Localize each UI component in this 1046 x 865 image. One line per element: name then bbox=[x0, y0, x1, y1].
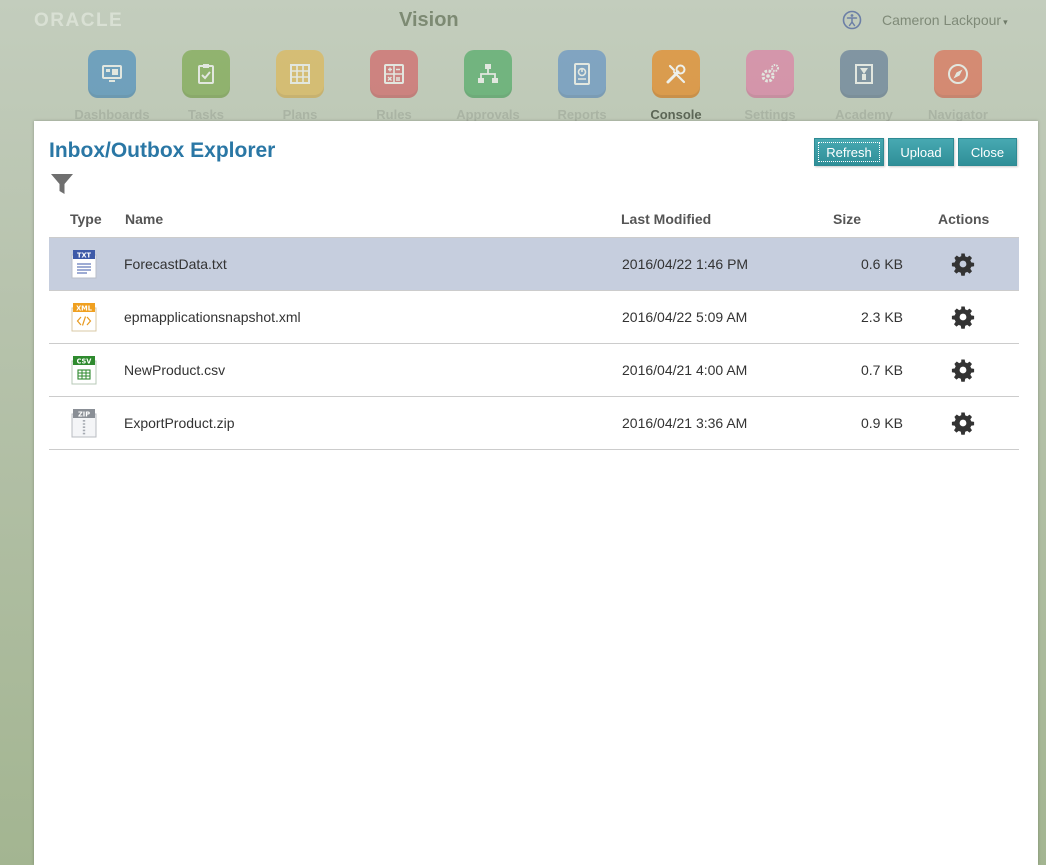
nav-label: Rules bbox=[376, 107, 412, 122]
close-button[interactable]: Close bbox=[958, 138, 1017, 166]
nav-label: Console bbox=[650, 107, 702, 122]
column-header-name[interactable]: Name bbox=[125, 211, 163, 227]
file-last-modified: 2016/04/22 1:46 PM bbox=[622, 256, 749, 272]
nav-label: Dashboards bbox=[74, 107, 150, 122]
gear-icon[interactable] bbox=[951, 305, 975, 329]
nav-settings[interactable]: Settings bbox=[723, 50, 817, 122]
top-bar: ORACLE Vision Cameron Lackpour ▾ Dashboar… bbox=[0, 0, 1046, 122]
nav-label: Academy bbox=[835, 107, 893, 122]
chevron-down-icon: ▾ bbox=[1003, 17, 1008, 27]
settings-icon bbox=[746, 50, 794, 98]
column-header-type[interactable]: Type bbox=[70, 211, 102, 227]
file-name[interactable]: ExportProduct.zip bbox=[124, 415, 235, 431]
gear-icon[interactable] bbox=[951, 411, 975, 435]
nav-dashboards[interactable]: Dashboards bbox=[65, 50, 159, 122]
nav-navigator[interactable]: Navigator bbox=[911, 50, 1005, 122]
svg-text:CSV: CSV bbox=[77, 357, 93, 365]
xml-file-icon: XML bbox=[71, 303, 97, 332]
file-size: 0.9 KB bbox=[860, 415, 903, 431]
table-row[interactable]: ZIP ExportProduct.zip 2016/04/21 3:36 AM… bbox=[49, 397, 1019, 450]
app-title: Vision bbox=[399, 9, 459, 31]
nav-rules[interactable]: Rules bbox=[347, 50, 441, 122]
svg-text:TXT: TXT bbox=[77, 251, 92, 259]
nav-reports[interactable]: Reports bbox=[535, 50, 629, 122]
table-row[interactable]: TXT ForecastData.txt 2016/04/22 1:46 PM … bbox=[49, 237, 1019, 291]
nav-tasks[interactable]: Tasks bbox=[159, 50, 253, 122]
zip-file-icon: ZIP bbox=[71, 409, 97, 438]
filter-icon[interactable] bbox=[50, 172, 74, 196]
file-size: 2.3 KB bbox=[860, 309, 903, 325]
navigator-icon bbox=[934, 50, 982, 98]
gear-icon[interactable] bbox=[951, 252, 975, 276]
nav-label: Approvals bbox=[456, 107, 520, 122]
file-name[interactable]: NewProduct.csv bbox=[124, 362, 225, 378]
console-icon bbox=[652, 50, 700, 98]
nav-console[interactable]: Console bbox=[629, 50, 723, 122]
svg-text:XML: XML bbox=[76, 304, 93, 312]
nav-approvals[interactable]: Approvals bbox=[441, 50, 535, 122]
csv-file-icon: CSV bbox=[71, 356, 97, 385]
nav-label: Settings bbox=[744, 107, 796, 122]
upload-button[interactable]: Upload bbox=[888, 138, 954, 166]
nav-label: Reports bbox=[557, 107, 607, 122]
nav-label: Plans bbox=[282, 107, 318, 122]
table-row[interactable]: CSV NewProduct.csv 2016/04/21 4:00 AM 0.… bbox=[49, 344, 1019, 397]
inbox-outbox-panel: Inbox/Outbox Explorer Refresh Upload Clo… bbox=[34, 121, 1038, 865]
reports-icon bbox=[558, 50, 606, 98]
table-row[interactable]: XML epmapplicationsnapshot.xml 2016/04/2… bbox=[49, 291, 1019, 344]
academy-icon bbox=[840, 50, 888, 98]
column-header-last-modified[interactable]: Last Modified bbox=[621, 211, 711, 227]
rules-icon bbox=[370, 50, 418, 98]
approvals-icon bbox=[464, 50, 512, 98]
column-header-size[interactable]: Size bbox=[833, 211, 861, 227]
user-name: Cameron Lackpour bbox=[882, 12, 1002, 28]
file-size: 0.6 KB bbox=[860, 256, 903, 272]
txt-file-icon: TXT bbox=[71, 250, 97, 279]
file-last-modified: 2016/04/21 3:36 AM bbox=[622, 415, 748, 431]
nav-academy[interactable]: Academy bbox=[817, 50, 911, 122]
plans-icon bbox=[276, 50, 324, 98]
table-header: Type Name Last Modified Size Actions bbox=[49, 201, 1019, 237]
file-name[interactable]: ForecastData.txt bbox=[124, 256, 227, 272]
user-menu[interactable]: Cameron Lackpour ▾ bbox=[882, 12, 1008, 28]
accessibility-icon[interactable] bbox=[842, 10, 862, 30]
file-last-modified: 2016/04/22 5:09 AM bbox=[622, 309, 748, 325]
dashboards-icon bbox=[88, 50, 136, 98]
nav-label: Navigator bbox=[928, 107, 988, 122]
nav-label: Tasks bbox=[188, 107, 224, 122]
refresh-button[interactable]: Refresh bbox=[814, 138, 884, 166]
file-name[interactable]: epmapplicationsnapshot.xml bbox=[124, 309, 301, 325]
file-size: 0.7 KB bbox=[860, 362, 903, 378]
page-title: Inbox/Outbox Explorer bbox=[49, 139, 276, 162]
column-header-actions: Actions bbox=[938, 211, 990, 227]
svg-text:ZIP: ZIP bbox=[78, 410, 90, 418]
file-table: Type Name Last Modified Size Actions TXT… bbox=[49, 201, 1019, 450]
nav-plans[interactable]: Plans bbox=[253, 50, 347, 122]
gear-icon[interactable] bbox=[951, 358, 975, 382]
tasks-icon bbox=[182, 50, 230, 98]
file-last-modified: 2016/04/21 4:00 AM bbox=[622, 362, 748, 378]
oracle-logo: ORACLE bbox=[34, 10, 124, 31]
